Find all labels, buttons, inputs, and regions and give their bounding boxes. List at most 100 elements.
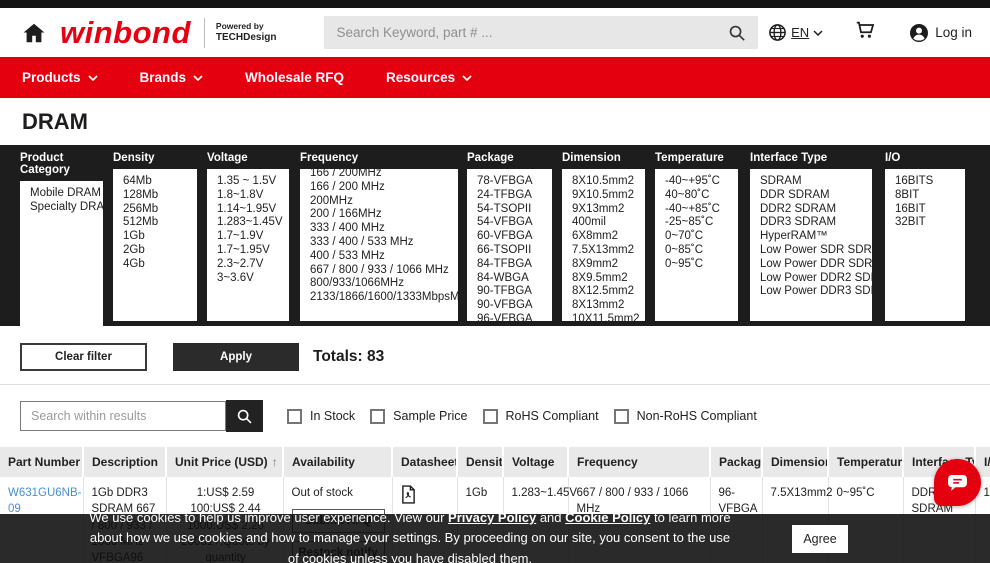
filter-option[interactable]: 1.7~1.95V bbox=[217, 244, 287, 258]
col-header-datasheet[interactable]: Datasheet bbox=[392, 447, 457, 477]
filter-listbox[interactable]: 78-VFBGA24-TFBGA54-TSOPII54-VFBGA60-VFBG… bbox=[467, 169, 552, 321]
filter-option[interactable]: 9X10.5mm2 bbox=[572, 189, 643, 203]
home-icon[interactable] bbox=[22, 21, 46, 45]
filter-option[interactable]: 24-TFBGA bbox=[477, 189, 550, 203]
filter-option[interactable]: 9X13mm2 bbox=[572, 203, 643, 217]
filter-listbox[interactable]: Mobile DRAMSpecialty DRAM bbox=[20, 181, 103, 326]
filter-option[interactable]: 8X13mm2 bbox=[572, 299, 643, 313]
filter-option[interactable]: 2Gb bbox=[123, 244, 195, 258]
filter-option[interactable]: 78-VFBGA bbox=[477, 175, 550, 189]
search-icon[interactable] bbox=[728, 24, 746, 42]
global-search-input[interactable] bbox=[336, 25, 728, 40]
filter-option[interactable]: Mobile DRAM bbox=[30, 187, 101, 201]
filter-option[interactable]: 66-TSOPII bbox=[477, 244, 550, 258]
language-label[interactable]: EN bbox=[791, 25, 809, 40]
filter-option[interactable]: 166 / 200 MHz bbox=[310, 181, 456, 195]
filter-option[interactable]: 400mil bbox=[572, 216, 643, 230]
filter-listbox[interactable]: 8X10.5mm29X10.5mm29X13mm2400mil6X8mm27.5… bbox=[562, 169, 645, 321]
filter-option[interactable]: 8X10.5mm2 bbox=[572, 175, 643, 189]
filter-option[interactable]: 0~70˚C bbox=[665, 230, 736, 244]
filter-listbox[interactable]: 64Mb128Mb256Mb512Mb1Gb2Gb4Gb bbox=[113, 169, 197, 321]
filter-option[interactable]: 0~95˚C bbox=[665, 258, 736, 272]
filter-option[interactable]: Low Power DDR3 SDRAM bbox=[760, 285, 870, 299]
global-search-bar[interactable] bbox=[324, 16, 758, 49]
filter-option[interactable]: 3~3.6V bbox=[217, 272, 287, 286]
col-header-temperature[interactable]: Temperature bbox=[828, 447, 903, 477]
privacy-policy-link[interactable]: Privacy Policy bbox=[448, 510, 536, 525]
filter-option[interactable]: DDR3 SDRAM bbox=[760, 216, 870, 230]
checkbox-icon[interactable] bbox=[483, 409, 498, 424]
filter-option[interactable]: 64Mb bbox=[123, 175, 195, 189]
col-header-density[interactable]: Density bbox=[457, 447, 503, 477]
filter-option[interactable]: SDRAM bbox=[760, 175, 870, 189]
agree-button[interactable]: Agree bbox=[792, 525, 848, 553]
filter-option[interactable]: 6X8mm2 bbox=[572, 230, 643, 244]
filter-option[interactable]: 1.14~1.95V bbox=[217, 203, 287, 217]
filter-option[interactable]: 1.8~1.8V bbox=[217, 189, 287, 203]
filter-option[interactable]: 84-TFBGA bbox=[477, 258, 550, 272]
filter-option[interactable]: 60-VFBGA bbox=[477, 230, 550, 244]
filter-option[interactable]: 2.3~2.7V bbox=[217, 258, 287, 272]
checkbox-icon[interactable] bbox=[614, 409, 629, 424]
language-selector[interactable]: EN bbox=[768, 23, 823, 42]
col-header-unit-price[interactable]: Unit Price (USD)↑ bbox=[166, 447, 283, 477]
filter-listbox[interactable]: 16BITS8BIT16BIT32BIT bbox=[885, 169, 965, 321]
filter-option[interactable]: 800/933/1066MHz bbox=[310, 277, 456, 291]
filter-option[interactable]: 84-WBGA bbox=[477, 272, 550, 286]
filter-option[interactable]: 16BIT bbox=[895, 203, 963, 217]
result-filter-checkbox[interactable]: Sample Price bbox=[370, 409, 467, 424]
filter-option[interactable]: 512Mb bbox=[123, 216, 195, 230]
col-header-part-number[interactable]: Part Number bbox=[0, 447, 83, 477]
filter-option[interactable]: 40~80˚C bbox=[665, 189, 736, 203]
filter-option[interactable]: 128Mb bbox=[123, 189, 195, 203]
result-filter-checkbox[interactable]: In Stock bbox=[287, 409, 355, 424]
filter-option[interactable]: Specialty DRAM bbox=[30, 201, 101, 215]
filter-option[interactable]: 333 / 400 / 533 MHz bbox=[310, 236, 456, 250]
nav-brands[interactable]: Brands bbox=[140, 70, 204, 85]
filter-option[interactable]: 0~85˚C bbox=[665, 244, 736, 258]
filter-option[interactable]: 8X9.5mm2 bbox=[572, 272, 643, 286]
nav-products[interactable]: Products bbox=[22, 70, 98, 85]
col-header-dimension[interactable]: Dimension bbox=[762, 447, 828, 477]
search-within-results-input[interactable] bbox=[20, 401, 226, 431]
filter-option[interactable]: Low Power SDR SDRAM bbox=[760, 244, 870, 258]
search-within-results-button[interactable] bbox=[226, 400, 263, 432]
nav-resources[interactable]: Resources bbox=[386, 70, 472, 85]
filter-option[interactable]: 1.35 ~ 1.5V bbox=[217, 175, 287, 189]
filter-option[interactable]: -40~+85˚C bbox=[665, 203, 736, 217]
filter-option[interactable]: 96-VFBGA bbox=[477, 313, 550, 321]
filter-option[interactable]: 200MHz bbox=[310, 195, 456, 209]
filter-option[interactable]: DDR2 SDRAM bbox=[760, 203, 870, 217]
filter-option[interactable]: 166 / 200MHz bbox=[310, 169, 456, 181]
filter-option[interactable]: 333 / 400 MHz bbox=[310, 222, 456, 236]
filter-listbox[interactable]: -40~+95˚C40~80˚C-40~+85˚C-25~85˚C0~70˚C0… bbox=[655, 169, 738, 321]
filter-option[interactable]: 4Gb bbox=[123, 258, 195, 272]
cookie-policy-link[interactable]: Cookie Policy bbox=[565, 510, 650, 525]
filter-listbox[interactable]: SDRAMDDR SDRAMDDR2 SDRAMDDR3 SDRAMHyperR… bbox=[750, 169, 872, 321]
col-header-availability[interactable]: Availability bbox=[283, 447, 392, 477]
login-button[interactable]: Log in bbox=[909, 23, 972, 43]
filter-option[interactable]: 256Mb bbox=[123, 203, 195, 217]
result-filter-checkbox[interactable]: RoHS Compliant bbox=[483, 409, 599, 424]
filter-option[interactable]: 667 / 800 / 933 / 1066 MHz bbox=[310, 264, 456, 278]
filter-option[interactable]: 8X12.5mm2 bbox=[572, 285, 643, 299]
filter-option[interactable]: 90-TFBGA bbox=[477, 285, 550, 299]
cart-button[interactable] bbox=[854, 19, 876, 46]
filter-option[interactable]: 1.7~1.9V bbox=[217, 230, 287, 244]
nav-wholesale-rfq[interactable]: Wholesale RFQ bbox=[245, 70, 344, 85]
filter-listbox[interactable]: 1.35 ~ 1.5V1.8~1.8V1.14~1.95V1.283~1.45V… bbox=[207, 169, 289, 321]
filter-option[interactable]: 54-TSOPII bbox=[477, 203, 550, 217]
filter-option[interactable]: 1Gb bbox=[123, 230, 195, 244]
filter-listbox[interactable]: 166 / 200MHz166 / 200 MHz200MHz200 / 166… bbox=[300, 169, 458, 321]
result-filter-checkbox[interactable]: Non-RoHS Compliant bbox=[614, 409, 757, 424]
filter-option[interactable]: -40~+95˚C bbox=[665, 175, 736, 189]
col-header-description[interactable]: Description bbox=[83, 447, 166, 477]
filter-option[interactable]: 90-VFBGA bbox=[477, 299, 550, 313]
filter-option[interactable]: 1.283~1.45V bbox=[217, 216, 287, 230]
col-header-frequency[interactable]: Frequency bbox=[568, 447, 710, 477]
filter-option[interactable]: 7.5X13mm2 bbox=[572, 244, 643, 258]
filter-option[interactable]: Low Power DDR SDRAM bbox=[760, 258, 870, 272]
checkbox-icon[interactable] bbox=[370, 409, 385, 424]
sort-ascending-icon[interactable]: ↑ bbox=[272, 455, 278, 469]
filter-option[interactable]: 8BIT bbox=[895, 189, 963, 203]
